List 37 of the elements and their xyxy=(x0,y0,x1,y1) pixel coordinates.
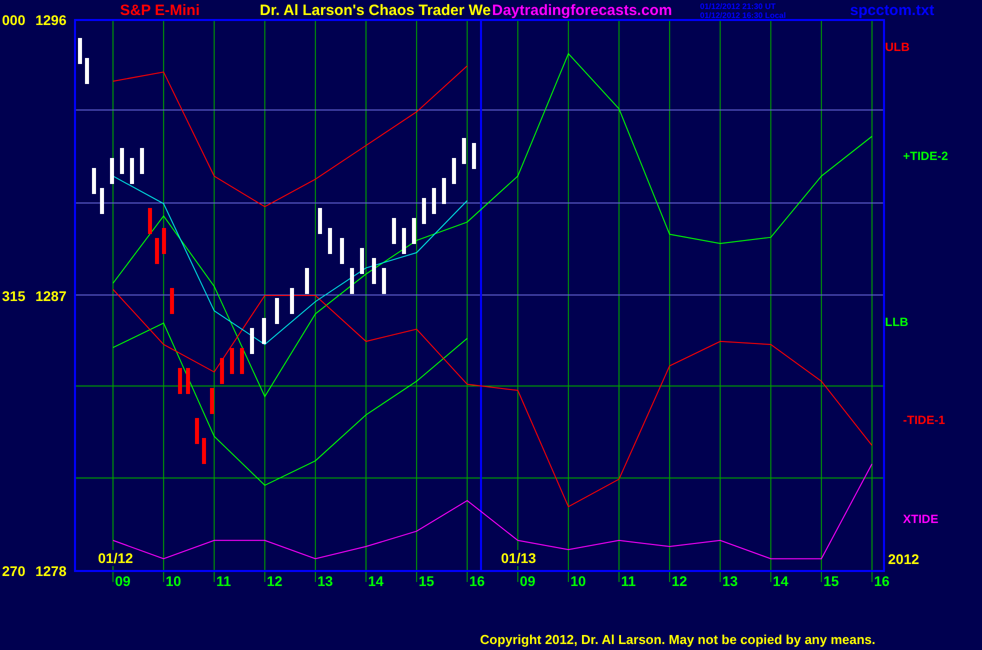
hour-label: 13 xyxy=(317,573,333,589)
hour-label: 12 xyxy=(672,573,688,589)
year-label: 2012 xyxy=(888,551,920,567)
copyright-text: Copyright 2012, Dr. Al Larson. May not be copied by any means. xyxy=(480,632,876,647)
axis-code-label: 000 xyxy=(2,12,26,28)
series-label: XTIDE xyxy=(903,512,938,526)
hour-label: 11 xyxy=(216,573,231,589)
price-label: 1296 xyxy=(35,12,67,28)
hour-label: 11 xyxy=(621,573,636,589)
price-label: 1287 xyxy=(35,288,67,304)
hour-label: 12 xyxy=(266,573,282,589)
hour-label: 15 xyxy=(418,573,434,589)
hour-label: 10 xyxy=(166,573,182,589)
hour-label: 15 xyxy=(823,573,839,589)
file-label: spcctom.txt xyxy=(850,1,934,21)
series-label: ULB xyxy=(885,40,910,54)
timestamp-label: 01/12/2012 21:30 UT xyxy=(700,2,777,11)
hour-label: 13 xyxy=(722,573,738,589)
hour-label: 09 xyxy=(115,573,131,589)
timestamp-label: 01/12/2012 16:30 Local xyxy=(700,11,786,20)
symbol-label: S&P E-Mini xyxy=(120,1,200,21)
series-label: +TIDE-2 xyxy=(903,149,948,163)
date-label: 01/13 xyxy=(500,550,538,566)
hour-label: 16 xyxy=(469,573,485,589)
hour-label: 16 xyxy=(874,573,890,589)
hour-label: 10 xyxy=(570,573,586,589)
series-label: -TIDE-1 xyxy=(903,413,945,427)
hour-label: 09 xyxy=(520,573,536,589)
site-label: Daytradingforecasts.com xyxy=(492,1,672,21)
date-label: 01/12 xyxy=(97,550,134,566)
series-label: LLB xyxy=(885,315,908,329)
hour-label: 14 xyxy=(368,573,384,589)
chart-title: Dr. Al Larson's Chaos Trader We xyxy=(260,1,491,21)
hour-label: 14 xyxy=(772,573,788,589)
axis-code-label: 270 xyxy=(2,563,26,579)
axis-code-label: 315 xyxy=(2,288,26,304)
price-label: 1278 xyxy=(35,563,67,579)
